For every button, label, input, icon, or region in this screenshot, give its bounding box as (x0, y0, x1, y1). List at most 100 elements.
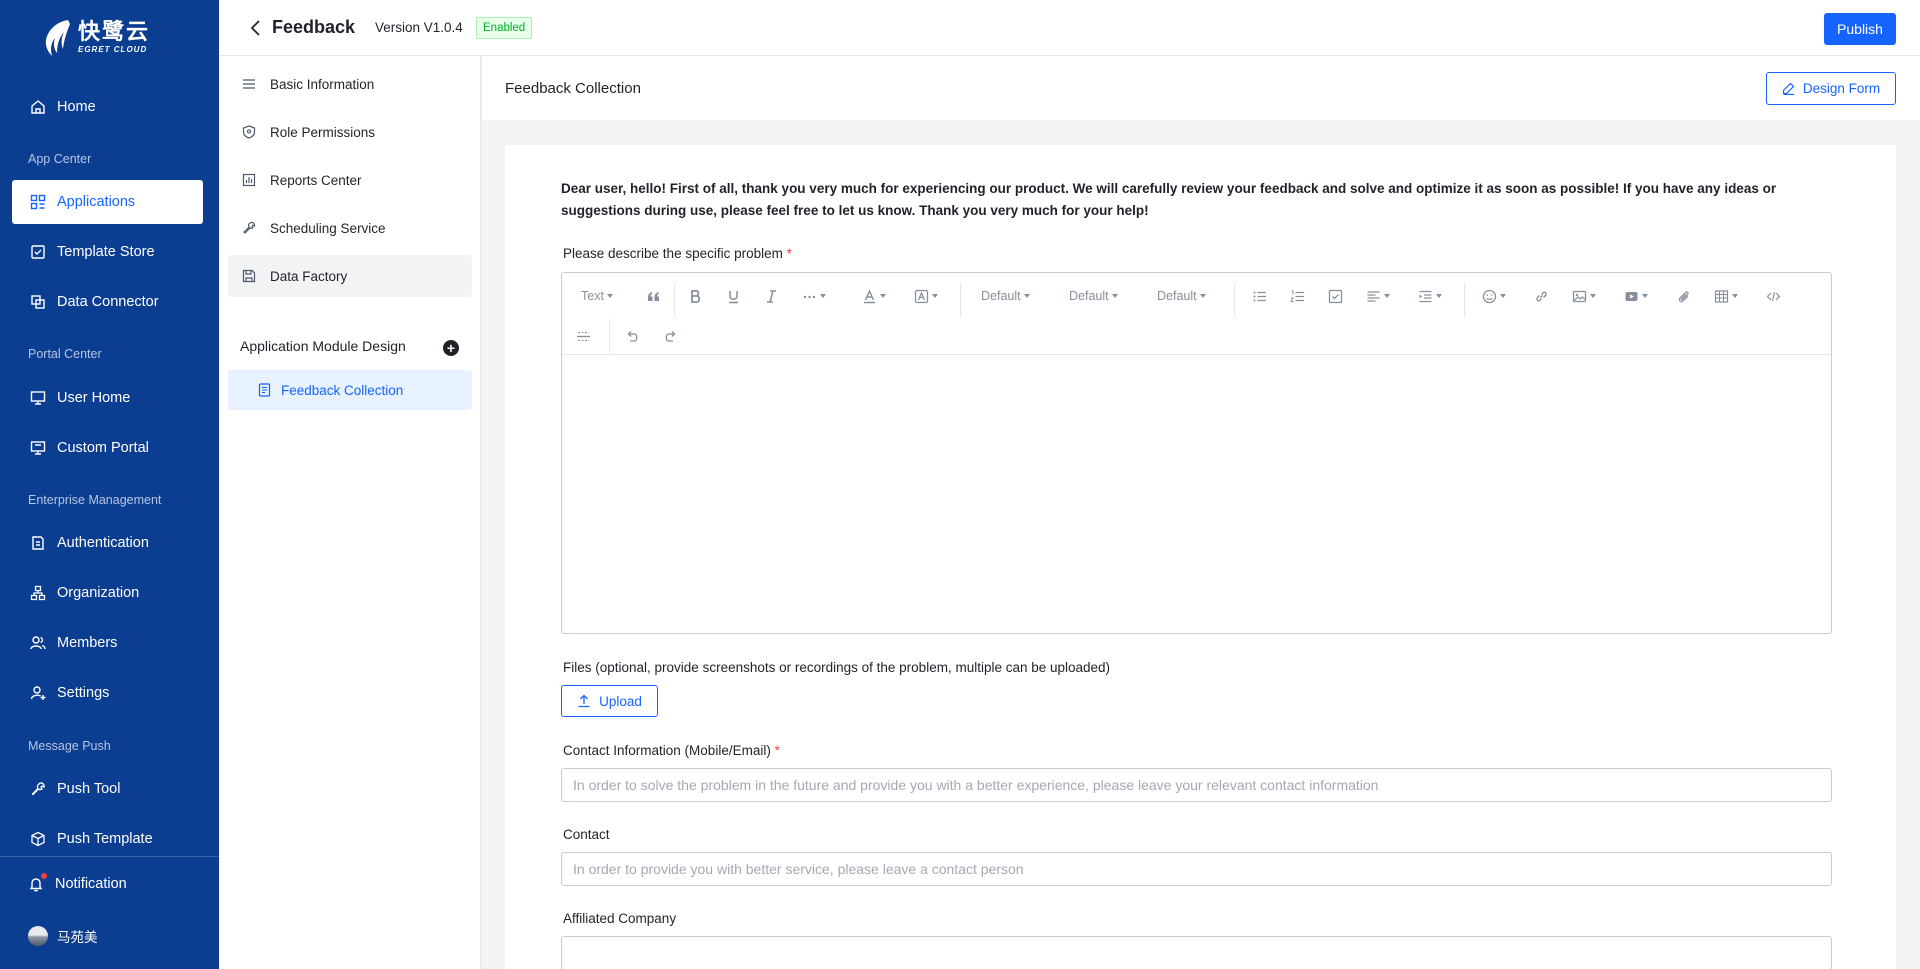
shield-icon (242, 125, 256, 139)
module-item-label: Feedback Collection (281, 382, 404, 398)
affiliated-company-input[interactable] (561, 936, 1832, 969)
version-label: Version V1.0.4 (375, 20, 463, 35)
nav-section-message-push: Message Push (28, 739, 111, 753)
numbered-list-button[interactable] (1290, 277, 1305, 315)
contact-info-input[interactable] (561, 768, 1832, 802)
contact-info-label-text: Contact Information (Mobile/Email) (563, 743, 771, 758)
back-arrow-icon[interactable] (246, 18, 266, 38)
organization-icon (30, 585, 46, 601)
contact-field-label: Contact (563, 827, 610, 842)
todo-list-button[interactable] (1328, 277, 1343, 315)
font-family-dropdown[interactable]: Default (1069, 277, 1118, 315)
indent-dropdown[interactable] (1418, 277, 1442, 315)
contact-person-input[interactable] (561, 852, 1832, 886)
text-style-label: Text (581, 289, 604, 303)
italic-button[interactable] (764, 277, 779, 315)
bold-button[interactable] (688, 277, 703, 315)
nav-data-connector[interactable]: Data Connector (12, 280, 203, 324)
add-module-button[interactable]: + (443, 340, 459, 356)
nav-user-home[interactable]: User Home (12, 376, 203, 420)
font-color-dropdown[interactable] (862, 277, 886, 315)
font-family-label: Default (1069, 289, 1109, 303)
text-style-dropdown[interactable]: Text (581, 277, 613, 315)
egret-logo-icon (45, 20, 70, 56)
publish-button[interactable]: Publish (1824, 13, 1896, 45)
user-settings-icon (30, 686, 46, 700)
nav-authentication[interactable]: Authentication (12, 521, 203, 565)
content-subheader (482, 56, 1920, 120)
redo-icon (665, 330, 676, 342)
user-profile[interactable]: 马苑美 (12, 914, 203, 958)
video-dropdown[interactable] (1624, 277, 1648, 315)
nav-template-store[interactable]: Template Store (12, 230, 203, 274)
underline-icon (729, 290, 738, 303)
align-dropdown[interactable] (1366, 277, 1390, 315)
files-field-label: Files (optional, provide screenshots or … (563, 660, 1111, 675)
sidebar-item-label: Basic Information (270, 76, 375, 92)
sidebar-item-label: Scheduling Service (270, 220, 386, 236)
connector-icon (31, 295, 45, 309)
italic-icon (767, 289, 776, 303)
sidebar-item-scheduling-service[interactable]: Scheduling Service (228, 207, 472, 249)
module-section-title: Application Module Design (240, 338, 406, 354)
attachment-button[interactable] (1676, 277, 1691, 315)
nav-push-template-label: Push Template (57, 831, 153, 847)
video-icon (1625, 291, 1638, 301)
nav-applications-label: Applications (57, 194, 136, 210)
nav-settings[interactable]: Settings (12, 671, 203, 715)
nav-notification[interactable]: Notification (12, 862, 203, 906)
bulleted-list-button[interactable] (1252, 277, 1267, 315)
apps-grid-icon (30, 194, 46, 210)
line-height-dropdown[interactable]: Default (1157, 277, 1206, 315)
table-dropdown[interactable] (1714, 277, 1738, 315)
quote-button[interactable] (646, 277, 661, 315)
redo-button[interactable] (663, 317, 678, 355)
design-form-label: Design Form (1802, 81, 1881, 96)
nav-home[interactable]: Home (12, 85, 203, 129)
divider-button[interactable] (576, 317, 591, 355)
design-form-button[interactable]: Design Form (1766, 72, 1896, 105)
nav-organization[interactable]: Organization (12, 571, 203, 615)
background-color-dropdown[interactable] (914, 277, 938, 315)
nav-section-portal-center: Portal Center (28, 347, 102, 361)
nav-push-tool[interactable]: Push Tool (12, 767, 203, 811)
font-size-dropdown[interactable]: Default (981, 277, 1030, 315)
image-dropdown[interactable] (1572, 277, 1596, 315)
sidebar-item-reports-center[interactable]: Reports Center (228, 159, 472, 201)
undo-icon (627, 330, 638, 342)
nav-push-template[interactable]: Push Template (12, 817, 203, 861)
code-button[interactable] (1766, 277, 1781, 315)
save-disk-icon (242, 269, 256, 283)
nav-members[interactable]: Members (12, 621, 203, 665)
company-field-label: Affiliated Company (563, 911, 677, 926)
nav-custom-portal[interactable]: Custom Portal (12, 426, 203, 470)
link-button[interactable] (1534, 277, 1549, 315)
editor-toolbar-row-1: Text Default Default Default (562, 277, 1831, 317)
home-icon (31, 100, 45, 114)
undo-button[interactable] (625, 317, 640, 355)
sidebar-item-role-permissions[interactable]: Role Permissions (228, 111, 472, 153)
monitor-icon (30, 391, 46, 405)
sidebar-item-label: Data Factory (270, 268, 348, 284)
editor-content-area[interactable] (562, 355, 1831, 633)
nav-notification-label: Notification (55, 876, 127, 892)
form-document-icon (258, 383, 271, 397)
nav-template-store-label: Template Store (57, 244, 155, 260)
nav-organization-label: Organization (57, 585, 140, 601)
font-size-label: Default (981, 289, 1021, 303)
top-header (219, 0, 1920, 56)
underline-button[interactable] (726, 277, 741, 315)
nav-data-connector-label: Data Connector (57, 294, 159, 310)
upload-button[interactable]: Upload (561, 685, 658, 717)
more-styles-dropdown[interactable] (802, 277, 826, 315)
emoji-dropdown[interactable] (1482, 277, 1506, 315)
nav-section-app-center: App Center (28, 152, 92, 166)
sidebar-item-data-factory[interactable]: Data Factory (228, 255, 472, 297)
wrench-icon (31, 782, 45, 796)
sidebar-item-basic-information[interactable]: Basic Information (228, 63, 472, 105)
nav-user-home-label: User Home (57, 390, 131, 406)
module-item-feedback-collection[interactable]: Feedback Collection (228, 370, 472, 410)
indent-icon (1419, 290, 1432, 302)
nav-applications[interactable]: Applications (12, 180, 203, 224)
brand-logo[interactable]: 快鹭云 EGRET CLOUD (42, 16, 150, 60)
